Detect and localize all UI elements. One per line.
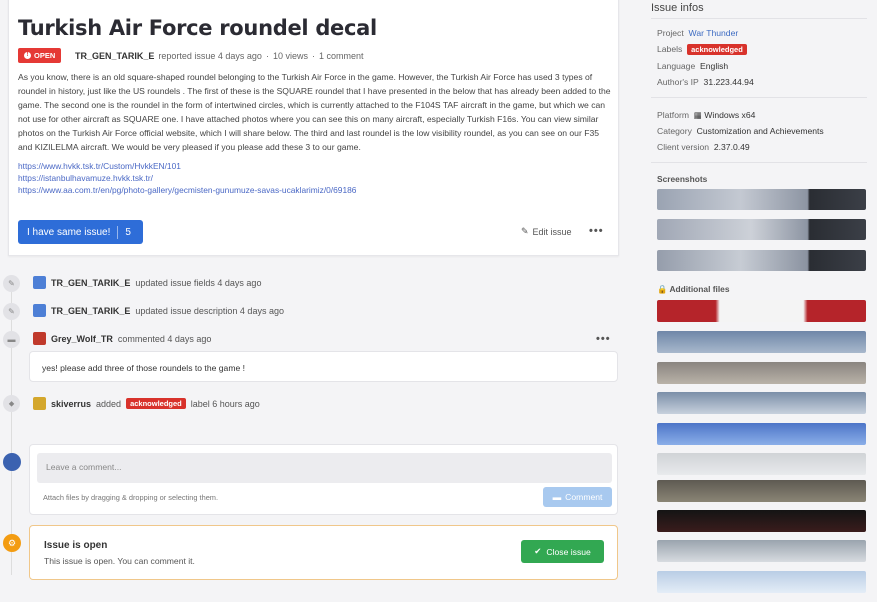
file-thumbnail[interactable]: [657, 392, 866, 414]
more-menu-button[interactable]: •••: [589, 225, 604, 237]
file-thumbnail[interactable]: [657, 453, 866, 475]
edit-issue-button[interactable]: ✎ Edit issue: [521, 226, 572, 237]
lock-icon: 🔒: [657, 284, 668, 294]
new-comment-box: Leave a comment... Attach files by dragg…: [29, 444, 618, 515]
author-link[interactable]: TR_GEN_TARIK_E: [75, 51, 154, 61]
issue-meta: TR_GEN_TARIK_E reported issue 4 days ago…: [75, 51, 364, 61]
additional-files-title: 🔒 Additional files: [657, 284, 730, 294]
label-badge: acknowledged: [687, 44, 747, 55]
link-1[interactable]: https://www.hvkk.tsk.tr/Custom/HvkkEN/10…: [18, 160, 611, 172]
link-3[interactable]: https://www.aa.com.tr/en/pg/photo-galler…: [18, 184, 611, 196]
windows-icon: ▦: [693, 110, 702, 120]
issue-title: Turkish Air Force roundel decal: [18, 16, 377, 40]
tag-icon: ⬥: [3, 395, 20, 412]
screenshots-title: Screenshots: [657, 174, 708, 184]
comment-icon: ▬: [3, 331, 20, 348]
comment-input[interactable]: Leave a comment...: [37, 453, 612, 483]
issue-description: As you know, there is an old square-shap…: [18, 72, 611, 196]
timeline-event: skiverrus added acknowledged label 6 hou…: [33, 397, 260, 410]
file-thumbnail[interactable]: [657, 423, 866, 445]
timeline-event: TR_GEN_TARIK_E updated issue fields 4 da…: [33, 276, 261, 289]
pencil-icon: ✎: [3, 275, 20, 292]
close-issue-button[interactable]: ✔ Close issue: [521, 540, 604, 563]
attach-hint: Attach files by dragging & dropping or s…: [43, 493, 219, 502]
comment-body: yes! please add three of those roundels …: [29, 351, 618, 382]
avatar: [33, 332, 46, 345]
avatar: [33, 397, 46, 410]
divider: [651, 162, 867, 163]
screenshot-thumbnail[interactable]: [657, 250, 866, 271]
label-badge: acknowledged: [126, 398, 186, 409]
divider: [651, 18, 867, 19]
screenshot-thumbnail[interactable]: [657, 189, 866, 210]
file-thumbnail[interactable]: [657, 510, 866, 532]
avatar: [33, 276, 46, 289]
project-link[interactable]: War Thunder: [689, 28, 739, 38]
avatar: [3, 453, 21, 471]
issue-open-box: Issue is open This issue is open. You ca…: [29, 525, 618, 580]
same-issue-button[interactable]: I have same issue! 5: [18, 220, 143, 244]
timeline-event: TR_GEN_TARIK_E updated issue description…: [33, 304, 284, 317]
file-thumbnail[interactable]: [657, 300, 866, 322]
labels-row: Labels acknowledged: [657, 44, 747, 55]
file-thumbnail[interactable]: [657, 331, 866, 353]
ip-row: Author's IP 31.223.44.94: [657, 77, 754, 87]
client-version-row: Client version 2.37.0.49: [657, 142, 750, 152]
project-row: Project War Thunder: [657, 28, 739, 38]
avatar: [33, 304, 46, 317]
comment-icon: ▬: [552, 492, 562, 502]
file-thumbnail[interactable]: [657, 480, 866, 502]
platform-row: Platform ▦ Windows x64: [657, 110, 756, 120]
screenshot-thumbnail[interactable]: [657, 219, 866, 240]
check-circle-icon: ✔: [534, 546, 542, 556]
status-badge: ! OPEN: [18, 48, 62, 63]
category-row: Category Customization and Achievements: [657, 126, 824, 136]
pencil-icon: ✎: [521, 226, 529, 236]
sidebar-title: Issue infos: [651, 2, 704, 14]
comment-button[interactable]: ▬ Comment: [543, 487, 612, 507]
timeline-line: [11, 275, 12, 575]
status-icon: ⚙: [3, 534, 21, 552]
pencil-icon: ✎: [3, 303, 20, 320]
divider: [651, 97, 867, 98]
file-thumbnail[interactable]: [657, 571, 866, 593]
file-thumbnail[interactable]: [657, 362, 866, 384]
alert-icon: !: [24, 52, 31, 59]
comment-menu-button[interactable]: •••: [596, 333, 611, 345]
link-2[interactable]: https://istanbulhavamuze.hvkk.tsk.tr/: [18, 172, 611, 184]
file-thumbnail[interactable]: [657, 540, 866, 562]
language-row: Language English: [657, 61, 729, 71]
timeline-event: Grey_Wolf_TR commented 4 days ago: [33, 332, 211, 345]
